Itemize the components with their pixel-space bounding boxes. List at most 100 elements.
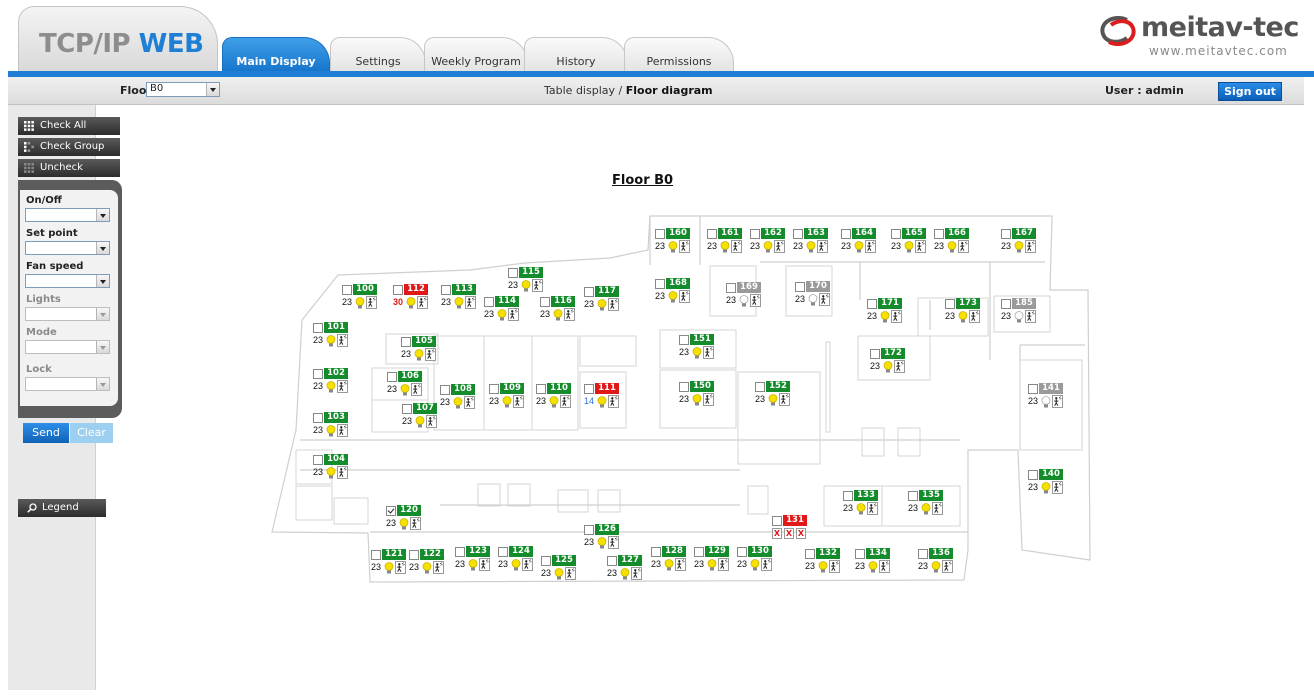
unit-checkbox[interactable] (393, 285, 403, 295)
unit-checkbox[interactable] (908, 491, 918, 501)
thermostat-unit-124[interactable]: 124 23 (498, 546, 533, 574)
thermostat-unit-132[interactable]: 132 23 (805, 548, 840, 576)
unit-checkbox[interactable] (1028, 470, 1038, 480)
unit-checkbox[interactable] (536, 384, 546, 394)
thermostat-unit-110[interactable]: 110 23 (536, 383, 571, 411)
unit-checkbox[interactable] (607, 556, 617, 566)
unit-checkbox[interactable] (1028, 384, 1038, 394)
unit-checkbox[interactable] (313, 455, 323, 465)
unit-checkbox[interactable] (441, 285, 451, 295)
unit-checkbox[interactable] (694, 547, 704, 557)
unit-checkbox[interactable] (584, 384, 594, 394)
unit-checkbox[interactable] (1001, 229, 1011, 239)
unit-checkbox[interactable] (455, 547, 465, 557)
unit-checkbox[interactable] (772, 516, 782, 526)
thermostat-unit-171[interactable]: 171 23 (867, 298, 902, 326)
unit-checkbox[interactable] (737, 547, 747, 557)
thermostat-unit-127[interactable]: 127 23 (607, 555, 642, 583)
unit-checkbox[interactable] (484, 297, 494, 307)
thermostat-unit-134[interactable]: 134 23 (855, 548, 890, 576)
unit-checkbox[interactable] (313, 369, 323, 379)
thermostat-unit-150[interactable]: 150 23 (679, 381, 714, 409)
unit-checkbox[interactable] (342, 285, 352, 295)
thermostat-unit-115[interactable]: 115 23 (508, 267, 543, 295)
unit-checkbox[interactable] (440, 385, 450, 395)
thermostat-unit-151[interactable]: 151 23 (679, 334, 714, 362)
thermostat-unit-123[interactable]: 123 23 (455, 546, 490, 574)
unit-checkbox[interactable] (655, 229, 665, 239)
thermostat-unit-126[interactable]: 126 23 (584, 524, 619, 552)
unit-checkbox[interactable] (707, 229, 717, 239)
thermostat-unit-172[interactable]: 172 23 (870, 348, 905, 376)
unit-checkbox[interactable] (387, 372, 397, 382)
thermostat-unit-163[interactable]: 163 23 (793, 228, 828, 256)
thermostat-unit-152[interactable]: 152 23 (755, 381, 790, 409)
thermostat-unit-185[interactable]: 185 23 (1001, 298, 1036, 326)
thermostat-unit-107[interactable]: 107 23 (402, 403, 437, 431)
unit-checkbox[interactable] (945, 299, 955, 309)
thermostat-unit-100[interactable]: 100 23 (342, 284, 377, 312)
thermostat-unit-125[interactable]: 125 23 (541, 555, 576, 583)
thermostat-unit-111[interactable]: 111 14 (584, 383, 619, 411)
thermostat-unit-130[interactable]: 130 23 (737, 546, 772, 574)
unit-checkbox[interactable] (679, 382, 689, 392)
thermostat-unit-101[interactable]: 101 23 (313, 322, 348, 350)
thermostat-unit-116[interactable]: 116 23 (540, 296, 575, 324)
unit-checkbox[interactable] (793, 229, 803, 239)
unit-checkbox[interactable] (891, 229, 901, 239)
unit-checkbox[interactable] (805, 549, 815, 559)
unit-checkbox[interactable] (918, 549, 928, 559)
thermostat-unit-169[interactable]: 169 23 (726, 282, 761, 310)
thermostat-unit-141[interactable]: 141 23 (1028, 383, 1063, 411)
thermostat-unit-122[interactable]: 122 23 (409, 549, 444, 577)
thermostat-unit-113[interactable]: 113 23 (441, 284, 476, 312)
unit-checkbox[interactable] (489, 384, 499, 394)
thermostat-unit-167[interactable]: 167 23 (1001, 228, 1036, 256)
unit-checkbox[interactable] (655, 279, 665, 289)
thermostat-unit-136[interactable]: 136 23 (918, 548, 953, 576)
thermostat-unit-135[interactable]: 135 23 (908, 490, 943, 518)
unit-checkbox[interactable] (409, 550, 419, 560)
unit-checkbox[interactable] (750, 229, 760, 239)
unit-checkbox[interactable] (843, 491, 853, 501)
unit-checkbox[interactable] (402, 404, 412, 414)
unit-checkbox[interactable] (386, 506, 396, 516)
unit-checkbox[interactable] (508, 268, 518, 278)
unit-checkbox[interactable] (313, 323, 323, 333)
thermostat-unit-104[interactable]: 104 23 (313, 454, 348, 482)
thermostat-unit-121[interactable]: 121 23 (371, 549, 406, 577)
thermostat-unit-161[interactable]: 161 23 (707, 228, 742, 256)
unit-checkbox[interactable] (726, 283, 736, 293)
thermostat-unit-165[interactable]: 165 23 (891, 228, 926, 256)
thermostat-unit-129[interactable]: 129 23 (694, 546, 729, 574)
thermostat-unit-173[interactable]: 173 23 (945, 298, 980, 326)
thermostat-unit-109[interactable]: 109 23 (489, 383, 524, 411)
unit-checkbox[interactable] (870, 349, 880, 359)
thermostat-unit-164[interactable]: 164 23 (841, 228, 876, 256)
unit-checkbox[interactable] (401, 337, 411, 347)
thermostat-unit-112[interactable]: 112 30 (393, 284, 428, 312)
unit-checkbox[interactable] (371, 550, 381, 560)
unit-checkbox[interactable] (755, 382, 765, 392)
unit-checkbox[interactable] (541, 556, 551, 566)
thermostat-unit-140[interactable]: 140 23 (1028, 469, 1063, 497)
unit-checkbox[interactable] (934, 229, 944, 239)
thermostat-unit-106[interactable]: 106 23 (387, 371, 422, 399)
thermostat-unit-170[interactable]: 170 23 (795, 281, 830, 309)
thermostat-unit-102[interactable]: 102 23 (313, 368, 348, 396)
unit-checkbox[interactable] (498, 547, 508, 557)
thermostat-unit-114[interactable]: 114 23 (484, 296, 519, 324)
thermostat-unit-160[interactable]: 160 23 (655, 228, 690, 256)
thermostat-unit-168[interactable]: 168 23 (655, 278, 690, 306)
unit-checkbox[interactable] (679, 335, 689, 345)
unit-checkbox[interactable] (584, 525, 594, 535)
thermostat-unit-120[interactable]: 120 23 (386, 505, 421, 533)
thermostat-unit-105[interactable]: 105 23 (401, 336, 436, 364)
thermostat-unit-133[interactable]: 133 23 (843, 490, 878, 518)
thermostat-unit-103[interactable]: 103 23 (313, 412, 348, 440)
thermostat-unit-166[interactable]: 166 23 (934, 228, 969, 256)
unit-checkbox[interactable] (795, 282, 805, 292)
unit-checkbox[interactable] (841, 229, 851, 239)
thermostat-unit-131[interactable]: 131 X X X (772, 515, 807, 543)
unit-checkbox[interactable] (855, 549, 865, 559)
